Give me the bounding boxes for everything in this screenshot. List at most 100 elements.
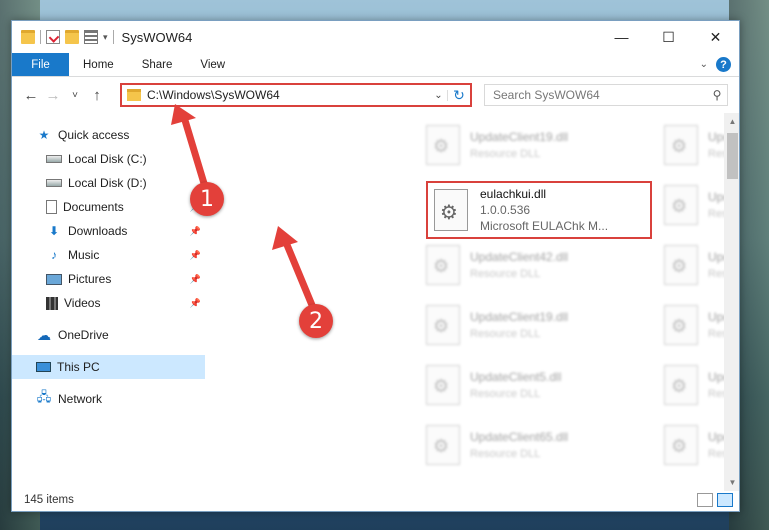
tab-view[interactable]: View: [186, 53, 239, 76]
sidebar-item-this-pc[interactable]: This PC: [12, 355, 205, 379]
downloads-icon: ⬇: [48, 224, 60, 238]
search-icon[interactable]: ⚲: [707, 88, 727, 102]
file-tile[interactable]: UpdateClient19.dll Resource DLL: [426, 299, 646, 351]
close-button[interactable]: ✕: [692, 21, 739, 53]
file-tile[interactable]: UpdateClient42.dll Resource DLL: [426, 239, 646, 291]
callout-step-1: 1: [190, 182, 224, 216]
new-folder-icon[interactable]: [65, 30, 79, 44]
minimize-button[interactable]: —: [598, 21, 645, 53]
ribbon-help-area: ⌄ ?: [700, 57, 731, 72]
pin-icon[interactable]: 📌: [190, 226, 201, 237]
pin-icon[interactable]: 📌: [190, 250, 201, 261]
dll-file-icon: [664, 185, 698, 225]
file-name: UpdateClient5.dll: [470, 370, 562, 384]
sidebar-item-quick-access[interactable]: ★ Quick access: [12, 123, 205, 147]
chevron-down-icon[interactable]: ⌄: [700, 59, 708, 70]
sidebar-item-label: Downloads: [68, 224, 128, 238]
drive-icon: [46, 155, 62, 163]
highlighted-file-eulachkui[interactable]: ⚙ eulachkui.dll 1.0.0.536 Microsoft EULA…: [426, 181, 652, 239]
chevron-down-icon[interactable]: ⌄: [430, 89, 448, 101]
refresh-icon[interactable]: ↻: [448, 87, 470, 104]
pin-icon[interactable]: 📌: [190, 298, 201, 309]
file-tile[interactable]: UpdateClient5.dll Resource DLL: [426, 359, 646, 411]
quick-access-toolbar: ▾: [12, 30, 114, 44]
file-name: UpdateClient19.dll: [470, 310, 569, 324]
sidebar-item-downloads[interactable]: ⬇ Downloads 📌: [12, 219, 205, 243]
file-type: Resource DLL: [470, 388, 541, 400]
sidebar-item-videos[interactable]: Videos 📌: [12, 291, 205, 315]
recent-locations-button[interactable]: ˅: [64, 90, 86, 101]
tab-file[interactable]: File: [12, 53, 69, 76]
file-name: eulachkui.dll: [480, 187, 547, 201]
sidebar-item-label: This PC: [57, 360, 100, 374]
dll-file-icon: [664, 425, 698, 465]
pc-icon: [36, 362, 51, 372]
file-type: Resource DLL: [470, 448, 541, 460]
sidebar-item-label: Network: [58, 392, 103, 406]
window-controls: — ☐ ✕: [598, 21, 739, 53]
dll-file-icon: [426, 365, 460, 405]
file-type: Resource DLL: [470, 148, 541, 160]
sidebar-item-local-disk-d[interactable]: Local Disk (D:): [12, 171, 205, 195]
help-icon[interactable]: ?: [716, 57, 731, 72]
navigation-pane: ★ Quick access Local Disk (C:) Local Dis…: [12, 113, 206, 491]
view-switcher: [697, 493, 733, 507]
file-version: 1.0.0.536: [480, 203, 531, 217]
maximize-button[interactable]: ☐: [645, 21, 692, 53]
onedrive-icon: ☁: [37, 326, 51, 343]
tab-share[interactable]: Share: [128, 53, 187, 76]
dll-file-icon: [664, 305, 698, 345]
sidebar-item-onedrive[interactable]: ☁ OneDrive: [12, 323, 205, 347]
details-view-icon[interactable]: [697, 493, 713, 507]
forward-button[interactable]: →: [42, 87, 64, 104]
sidebar-item-local-disk-c[interactable]: Local Disk (C:): [12, 147, 205, 171]
star-icon: ★: [38, 128, 50, 142]
address-text[interactable]: C:\Windows\SysWOW64: [147, 88, 430, 102]
network-icon: 🖧: [36, 389, 52, 404]
pictures-icon: [46, 273, 62, 285]
file-name: UpdateClient65.dll: [470, 430, 569, 444]
status-bar: 145 items: [12, 489, 739, 511]
address-bar[interactable]: C:\Windows\SysWOW64 ⌄ ↻: [120, 83, 472, 107]
properties-icon[interactable]: [46, 30, 60, 44]
search-input[interactable]: Search SysWOW64 ⚲: [484, 84, 728, 106]
file-tile[interactable]: UpdateClient65.dll Resource DLL: [426, 419, 646, 471]
sidebar-item-label: Documents: [63, 200, 124, 214]
divider: [40, 30, 41, 44]
sidebar-item-label: Local Disk (C:): [68, 152, 147, 166]
file-explorer-window: ▾ SysWOW64 — ☐ ✕ File Home Share View ⌄ …: [11, 20, 740, 512]
scroll-thumb[interactable]: [727, 133, 738, 179]
file-list: UpdateClient19.dll Resource DLL UpdateCli…: [206, 113, 739, 491]
sidebar-item-label: Quick access: [58, 128, 130, 142]
music-icon: ♪: [51, 248, 57, 262]
vertical-scrollbar[interactable]: ▲ ▼: [724, 113, 739, 491]
documents-icon: [46, 200, 57, 214]
main-content: ★ Quick access Local Disk (C:) Local Dis…: [12, 113, 739, 491]
dll-file-icon: [664, 125, 698, 165]
file-type: Resource DLL: [470, 328, 541, 340]
sidebar-item-pictures[interactable]: Pictures 📌: [12, 267, 205, 291]
dll-file-icon: [664, 365, 698, 405]
search-placeholder: Search SysWOW64: [493, 88, 600, 102]
file-tile[interactable]: UpdateClient19.dll Resource DLL: [426, 119, 646, 171]
customize-toolbar-icon[interactable]: ▾: [103, 32, 108, 43]
sidebar-item-label: Local Disk (D:): [68, 176, 147, 190]
sidebar-item-network[interactable]: 🖧 Network: [12, 387, 205, 411]
scroll-up-icon[interactable]: ▲: [724, 113, 739, 130]
sidebar-item-label: OneDrive: [58, 328, 109, 342]
tab-home[interactable]: Home: [69, 53, 128, 76]
navigation-bar: ← → ˅ ↑ C:\Windows\SysWOW64 ⌄ ↻ Search S…: [12, 77, 739, 113]
sidebar-item-label: Music: [68, 248, 100, 262]
folder-icon: [127, 89, 141, 101]
pin-icon[interactable]: 📌: [190, 274, 201, 285]
divider: [112, 30, 114, 44]
sidebar-item-documents[interactable]: Documents 📌: [12, 195, 205, 219]
callout-step-2: 2: [299, 304, 333, 338]
sidebar-item-music[interactable]: ♪ Music 📌: [12, 243, 205, 267]
tiles-view-icon[interactable]: [717, 493, 733, 507]
up-button[interactable]: ↑: [86, 87, 108, 104]
dll-file-icon: [664, 245, 698, 285]
back-button[interactable]: ←: [20, 87, 42, 104]
view-icon[interactable]: [84, 30, 98, 44]
title-bar: ▾ SysWOW64 — ☐ ✕: [12, 21, 739, 53]
